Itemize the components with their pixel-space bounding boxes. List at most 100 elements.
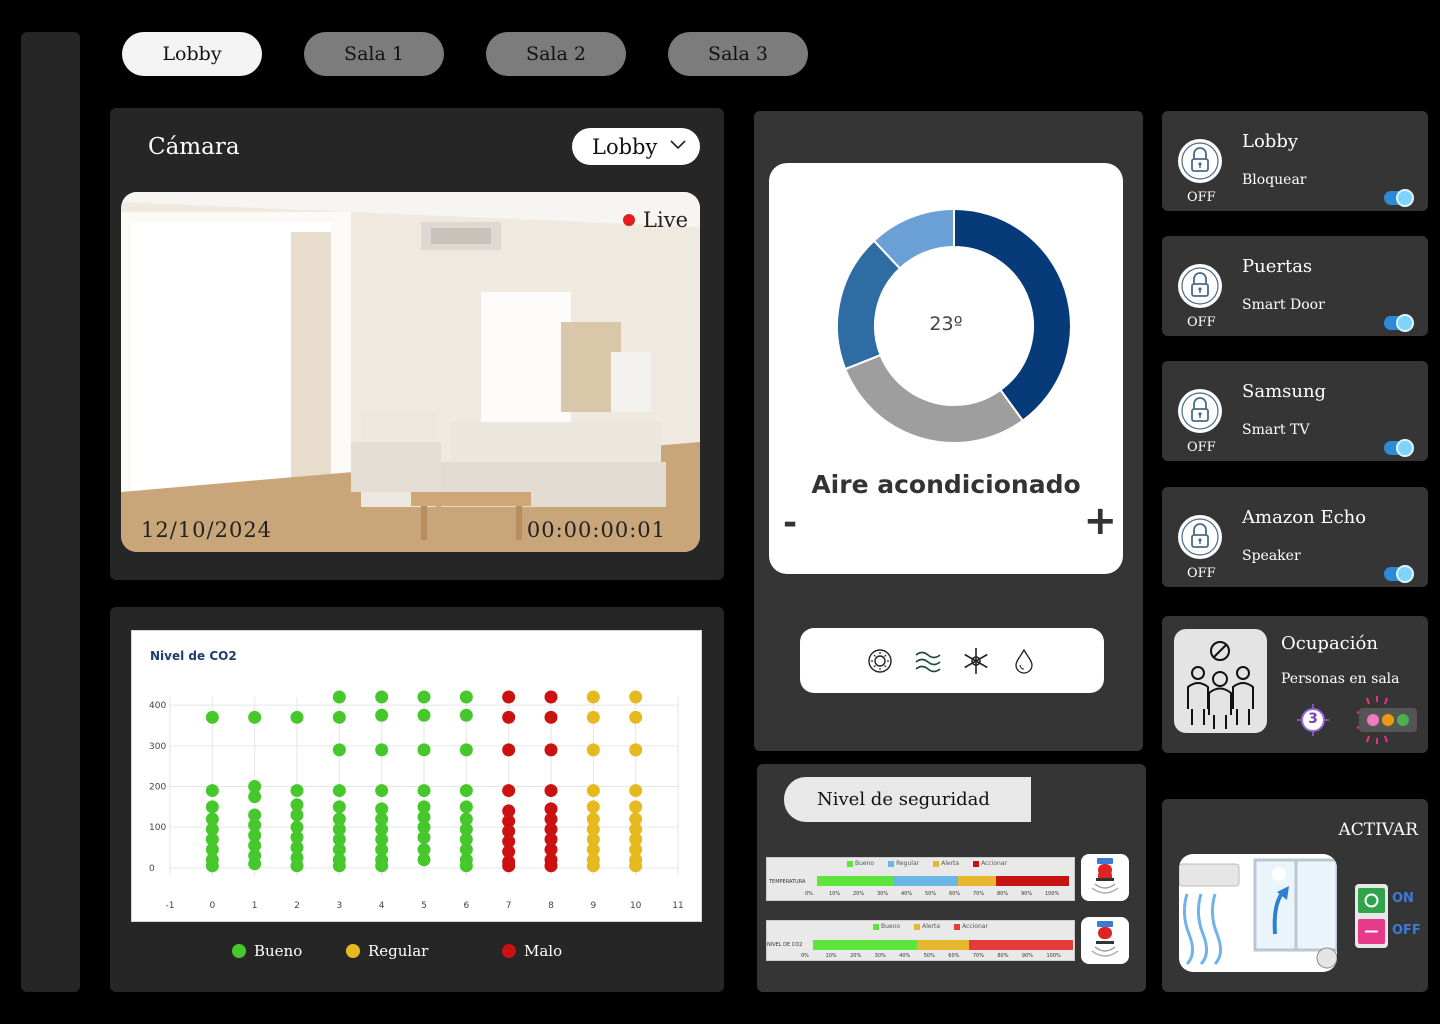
- data-point-bueno: [417, 743, 431, 757]
- chevron-down-icon: [670, 140, 686, 150]
- data-point-regular: [629, 859, 643, 873]
- data-point-bueno: [417, 784, 431, 798]
- lock-icon[interactable]: [1178, 389, 1222, 433]
- data-point-malo: [502, 743, 516, 757]
- y-tick-label: 300: [149, 742, 166, 752]
- snowflake-icon[interactable]: [962, 647, 990, 675]
- lock-icon[interactable]: [1178, 139, 1222, 183]
- legend-malo: Malo: [502, 942, 562, 960]
- tab-sala-1[interactable]: Sala 1: [304, 32, 444, 76]
- off-button[interactable]: [1358, 919, 1385, 944]
- y-tick-label: 100: [149, 823, 166, 833]
- device-toggle[interactable]: [1384, 189, 1414, 207]
- x-tick-label: 9: [590, 901, 596, 911]
- on-button[interactable]: [1358, 888, 1385, 913]
- data-point-bueno: [332, 800, 346, 814]
- device-card-lobby: OFF Lobby Bloquear: [1162, 111, 1428, 211]
- tab-lobby[interactable]: Lobby: [122, 32, 262, 76]
- legend-dot-icon: [232, 944, 246, 958]
- data-point-regular: [629, 710, 643, 724]
- temp-bar-segment-0: [817, 876, 893, 886]
- legend-label: Bueno: [254, 942, 303, 960]
- data-point-malo: [502, 859, 516, 873]
- live-label: Live: [643, 208, 688, 232]
- data-point-bueno: [205, 784, 219, 798]
- co2-bar-tick-label: 70%: [972, 953, 984, 959]
- device-toggle[interactable]: [1384, 314, 1414, 332]
- ac-decrease-button[interactable]: -: [783, 503, 797, 543]
- data-point-malo: [544, 784, 558, 798]
- data-point-bueno: [248, 790, 262, 804]
- tab-sala-2[interactable]: Sala 2: [486, 32, 626, 76]
- camera-room-value: Lobby: [592, 134, 658, 159]
- ac-increase-button[interactable]: +: [1083, 498, 1117, 544]
- people-icon: [1174, 629, 1267, 733]
- data-point-bueno: [332, 784, 346, 798]
- device-toggle[interactable]: [1384, 439, 1414, 457]
- co2-legend-1: Alerta: [906, 923, 940, 930]
- occupancy-subtitle: Personas en sala: [1281, 671, 1400, 687]
- device-state: OFF: [1187, 315, 1216, 330]
- x-tick-label: 1: [252, 901, 258, 911]
- co2-bar-tick-label: 90%: [1021, 953, 1034, 959]
- device-state: OFF: [1187, 566, 1216, 581]
- data-point-regular: [586, 710, 600, 724]
- data-point-regular: [586, 859, 600, 873]
- data-point-malo: [544, 859, 558, 873]
- data-point-regular: [629, 784, 643, 798]
- x-tick-label: 4: [379, 901, 385, 911]
- temp-bar-tick-label: 80%: [997, 891, 1009, 897]
- data-point-regular: [629, 690, 643, 704]
- temp-bar-tick-label: 50%: [925, 891, 937, 897]
- data-point-bueno: [375, 859, 389, 873]
- lock-icon[interactable]: [1178, 264, 1222, 308]
- tab-sala-3[interactable]: Sala 3: [668, 32, 808, 76]
- camera-room-select[interactable]: Lobby: [572, 128, 700, 165]
- live-indicator: Live: [623, 208, 688, 232]
- toggle-knob: [1396, 565, 1414, 583]
- data-point-bueno: [417, 690, 431, 704]
- data-point-bueno: [459, 743, 473, 757]
- occupancy-card: Ocupación Personas en sala 3: [1162, 616, 1428, 753]
- data-point-bueno: [459, 800, 473, 814]
- on-off-switch[interactable]: [1355, 884, 1388, 948]
- data-point-malo: [544, 690, 558, 704]
- data-point-bueno: [332, 710, 346, 724]
- security-level-label: Nivel de seguridad: [784, 777, 1031, 822]
- legend-bueno: Bueno: [232, 942, 302, 960]
- occupancy-count-badge: 3: [1297, 704, 1329, 736]
- wind-icon[interactable]: [914, 647, 942, 675]
- data-point-regular: [586, 800, 600, 814]
- data-point-bueno: [205, 859, 219, 873]
- co2-alarm-icon[interactable]: [1081, 917, 1129, 964]
- temperature-alarm-icon[interactable]: [1081, 854, 1129, 901]
- donut-segment-2: [836, 239, 902, 371]
- y-tick-label: 400: [149, 701, 166, 711]
- temp-legend-3: Accionar: [965, 860, 1007, 867]
- data-point-bueno: [290, 859, 304, 873]
- device-toggle[interactable]: [1384, 565, 1414, 583]
- co2-bar-tick-label: 80%: [997, 953, 1009, 959]
- temp-bar-segment-1: [892, 876, 959, 886]
- data-point-bueno: [375, 708, 389, 722]
- sun-icon[interactable]: [866, 647, 894, 675]
- x-tick-label: 10: [630, 901, 642, 911]
- device-name: Lobby: [1242, 131, 1299, 152]
- off-label: OFF: [1392, 923, 1421, 938]
- data-point-regular: [586, 690, 600, 704]
- device-subtitle: Smart Door: [1242, 297, 1325, 313]
- data-point-bueno: [459, 708, 473, 722]
- droplet-icon[interactable]: [1010, 647, 1038, 675]
- co2-bar-tick-label: 40%: [899, 953, 911, 959]
- temp-bar-tick-label: 70%: [973, 891, 985, 897]
- x-tick-label: 11: [672, 901, 683, 911]
- co2-legend-0: Bueno: [865, 923, 900, 930]
- temp-bar-segment-2: [958, 876, 996, 886]
- lock-icon[interactable]: [1178, 515, 1222, 559]
- data-point-bueno: [417, 830, 431, 844]
- camera-feed[interactable]: Live 12/10/2024 00:00:00:01: [121, 192, 700, 552]
- data-point-malo: [544, 710, 558, 724]
- co2-bar-tick-label: 50%: [923, 953, 935, 959]
- data-point-bueno: [332, 743, 346, 757]
- chart-title: Nivel de CO2: [150, 649, 237, 663]
